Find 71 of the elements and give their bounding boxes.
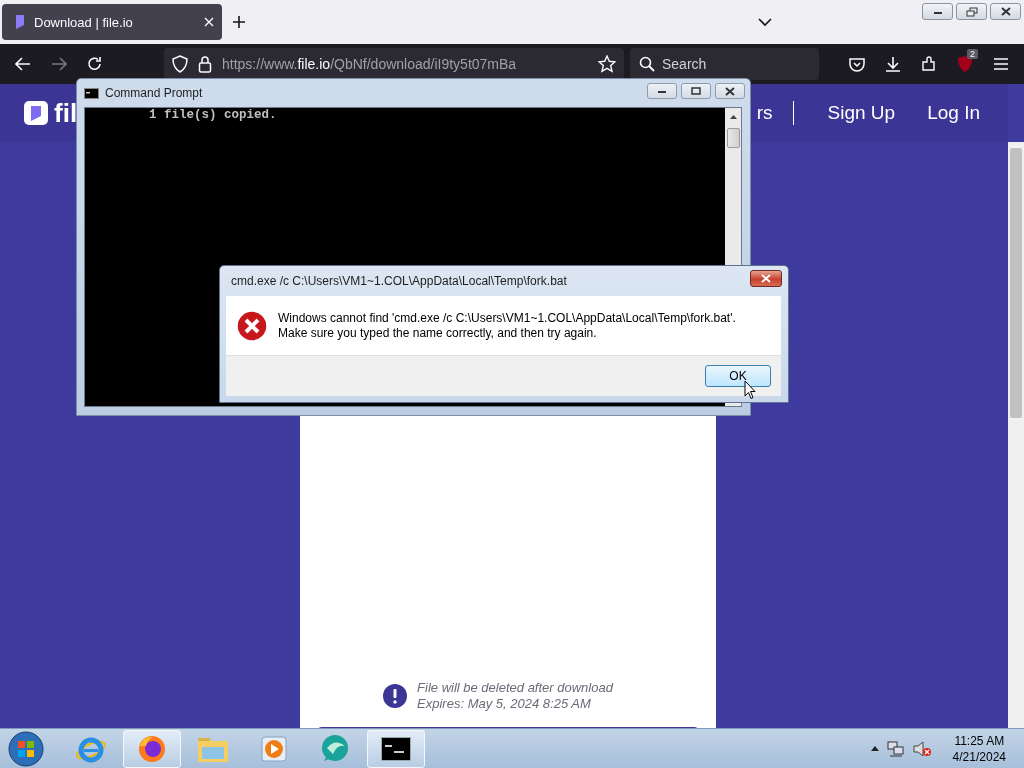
count-badge: 2 — [967, 49, 978, 59]
browser-tab[interactable]: Download | file.io — [2, 4, 222, 40]
taskbar-app[interactable] — [123, 729, 181, 768]
shield-icon — [172, 55, 188, 73]
error-hint: Make sure you typed the name correctly, and then try again. — [278, 325, 598, 341]
back-arrow-icon — [15, 57, 31, 71]
clock-date[interactable]: 4/21/2024 — [952, 748, 1006, 765]
ok-button[interactable]: OK — [705, 365, 771, 387]
scrollbar-thumb[interactable] — [1010, 148, 1022, 418]
shield-extension-button[interactable]: 2 — [950, 49, 980, 79]
scrollbar[interactable] — [1008, 142, 1024, 728]
forward-arrow-icon — [51, 57, 67, 71]
minimize-button[interactable] — [647, 83, 677, 99]
firefox-icon — [137, 733, 167, 764]
file-logo-icon — [24, 101, 48, 125]
logo-text: fil — [54, 97, 78, 129]
windows-logo-icon — [7, 729, 45, 768]
file-logo-icon — [14, 15, 26, 29]
puzzle-icon — [921, 56, 937, 72]
up-triangle-icon — [870, 746, 879, 751]
volume-button[interactable] — [912, 740, 931, 757]
notice-text: File will be deleted after download — [417, 680, 613, 696]
maximize-button[interactable] — [681, 83, 711, 99]
error-icon — [236, 309, 268, 342]
start-button[interactable] — [6, 729, 46, 768]
shield-icon — [957, 55, 973, 73]
console-icon — [84, 87, 99, 99]
close-button[interactable] — [990, 3, 1021, 20]
search-icon — [639, 56, 655, 72]
scrollbar-thumb[interactable] — [726, 128, 740, 148]
close-icon — [725, 86, 735, 96]
show-hidden-icons-button[interactable] — [870, 746, 879, 751]
nav-link[interactable]: Log In — [927, 102, 980, 124]
up-triangle-icon — [729, 115, 737, 119]
url-text: https://www.file.io/QbNf/download/iI9ty5t07mBa — [222, 56, 518, 72]
taskbar-app[interactable] — [367, 729, 425, 768]
pocket-icon — [849, 56, 865, 72]
new-tab-icon[interactable] — [232, 15, 246, 29]
console-icon — [381, 736, 411, 761]
nav-link[interactable]: rs — [756, 102, 773, 124]
restore-button[interactable] — [956, 3, 987, 20]
address-bar[interactable]: https://www.file.io/QbNf/download/iI9ty5t07mBa — [164, 48, 624, 80]
close-icon — [1000, 7, 1011, 16]
search-field[interactable]: Search — [630, 48, 819, 80]
chevron-down-icon[interactable] — [758, 17, 772, 27]
close-button[interactable] — [750, 269, 782, 287]
expiry-text: Expires: May 5, 2024 8:25 AM — [417, 696, 592, 712]
muted-speaker-icon — [912, 740, 931, 757]
maximize-icon — [691, 87, 701, 95]
chat-bubble-icon — [319, 733, 351, 764]
play-icon — [261, 734, 287, 763]
window-title: Command Prompt — [105, 86, 204, 100]
network-icon — [886, 740, 905, 757]
restore-icon — [965, 6, 978, 17]
close-icon[interactable] — [204, 17, 214, 27]
menu-icon — [993, 57, 1009, 71]
clock-time[interactable]: 11:25 AM — [954, 732, 1005, 749]
reload-icon — [87, 56, 103, 72]
minimize-icon — [657, 88, 667, 94]
exclamation-icon — [383, 684, 408, 708]
dialog-title: cmd.exe /c C:\Users\VM1~1.COL\AppData\Local\Temp\fork.bat — [231, 274, 568, 288]
mouse-pointer-icon — [744, 380, 756, 400]
lock-icon — [198, 55, 212, 73]
tab-title: Download | file.io — [34, 14, 134, 30]
download-icon — [885, 56, 901, 72]
network-button[interactable] — [886, 740, 905, 757]
nav-link[interactable]: Sign Up — [827, 102, 896, 124]
star-icon[interactable] — [598, 55, 616, 73]
minimize-button[interactable] — [922, 3, 953, 20]
close-icon — [761, 273, 771, 283]
close-button[interactable] — [715, 83, 745, 99]
